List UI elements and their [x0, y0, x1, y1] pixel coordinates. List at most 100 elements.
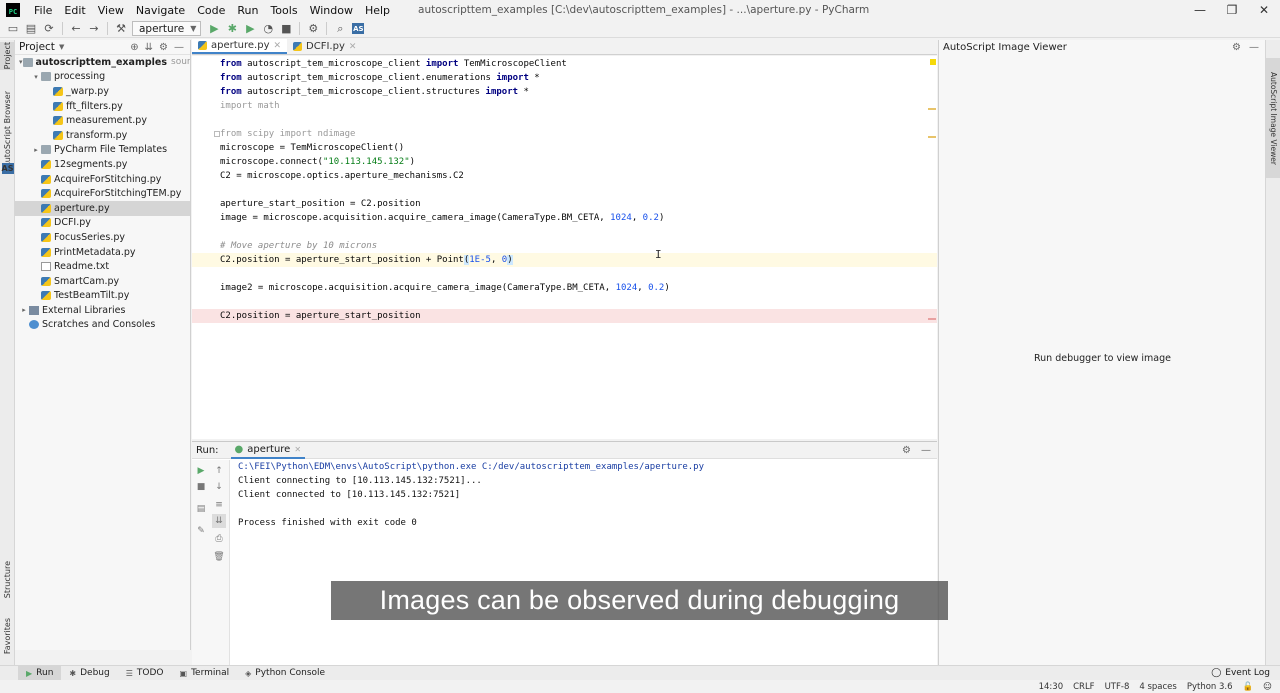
layout-icon[interactable]: ▤	[194, 502, 208, 516]
save-all-icon[interactable]: ▤	[22, 21, 40, 37]
editor-gutter[interactable]	[192, 56, 218, 439]
stop-icon[interactable]: ■	[194, 480, 208, 494]
code-line[interactable]: microscope = TemMicroscopeClient()	[220, 141, 929, 155]
code-line[interactable]: image2 = microscope.acquisition.acquire_…	[220, 281, 929, 295]
menu-window[interactable]: Window	[304, 4, 359, 17]
stop-icon[interactable]: ■	[277, 21, 295, 37]
code-line[interactable]: from autoscript_tem_microscope_client im…	[220, 57, 929, 71]
caret-position[interactable]: 14:30	[1039, 682, 1064, 692]
profile-icon[interactable]: ◔	[259, 21, 277, 37]
debug-icon[interactable]: ✱	[223, 21, 241, 37]
restore-icon[interactable]: ❐	[1216, 0, 1248, 20]
code-line[interactable]: from autoscript_tem_microscope_client.en…	[220, 71, 929, 85]
code-line[interactable]	[220, 295, 929, 309]
code-editor[interactable]: from autoscript_tem_microscope_client im…	[192, 56, 937, 439]
bottom-tab-terminal[interactable]: ▣ Terminal	[172, 666, 238, 681]
trash-icon[interactable]: 🗑	[212, 550, 226, 564]
stripe-marker[interactable]	[928, 318, 936, 320]
print-icon[interactable]: ⎙	[212, 532, 226, 546]
tab-autoscript-image-viewer[interactable]: AutoScript Image Viewer	[1266, 58, 1280, 178]
rerun-icon[interactable]: ▶	[194, 464, 208, 478]
tab-favorites[interactable]: Favorites	[0, 614, 15, 659]
code-line[interactable]	[220, 267, 929, 281]
soft-wrap-icon[interactable]: ≡	[212, 498, 226, 512]
bottom-tab-python-console[interactable]: ◈ Python Console	[237, 666, 333, 681]
indent-setting[interactable]: 4 spaces	[1139, 682, 1176, 692]
code-line[interactable]: from autoscript_tem_microscope_client.st…	[220, 85, 929, 99]
bottom-tab-run[interactable]: ▶ Run	[18, 665, 62, 681]
hide-icon[interactable]: —	[174, 42, 184, 53]
menu-tools[interactable]: Tools	[264, 4, 303, 17]
project-tree-item[interactable]: measurement.py	[15, 113, 190, 128]
project-tree-item[interactable]: transform.py	[15, 128, 190, 143]
expand-arrow-icon[interactable]: ▸	[19, 306, 29, 314]
code-line[interactable]: image = microscope.acquisition.acquire_c…	[220, 211, 929, 225]
expand-arrow-icon[interactable]: ▾	[19, 58, 23, 66]
project-tree-item[interactable]: SmartCam.py	[15, 274, 190, 289]
autoscript-toolbar-icon[interactable]: AS	[349, 21, 367, 37]
tab-aperture-py[interactable]: aperture.py ✕	[192, 39, 288, 54]
python-interpreter[interactable]: Python 3.6	[1187, 682, 1233, 692]
back-arrow-icon[interactable]: ←	[67, 21, 85, 37]
project-title[interactable]: Project	[19, 41, 55, 53]
close-icon[interactable]: ✕	[274, 41, 282, 51]
run-tab-aperture[interactable]: ● aperture ✕	[230, 442, 306, 459]
project-tree-item[interactable]: fft_filters.py	[15, 99, 190, 114]
gear-icon[interactable]: ⚙	[159, 42, 168, 53]
open-folder-icon[interactable]: ▭	[4, 21, 22, 37]
lock-icon[interactable]: 🔓	[1243, 682, 1254, 692]
code-line[interactable]: C2.position = aperture_start_position	[192, 309, 937, 323]
code-line[interactable]	[220, 183, 929, 197]
build-icon[interactable]: ⚒	[112, 21, 130, 37]
chevron-down-icon[interactable]: ▼	[59, 43, 64, 51]
code-line[interactable]: C2 = microscope.optics.aperture_mechanis…	[220, 169, 929, 183]
project-tree-item[interactable]: aperture.py	[15, 200, 190, 216]
up-arrow-icon[interactable]: ↑	[212, 464, 226, 478]
project-tree-item[interactable]: ▸ External Libraries	[15, 303, 190, 318]
expand-arrow-icon[interactable]: ▸	[31, 146, 41, 154]
scroll-to-end-icon[interactable]: ⇊	[212, 514, 226, 528]
minimize-icon[interactable]: —	[1184, 0, 1216, 20]
settings-wrench-icon[interactable]: ⚙	[304, 21, 322, 37]
sync-icon[interactable]: ⟳	[40, 21, 58, 37]
project-tree-item[interactable]: DCFI.py	[15, 216, 190, 231]
autoscript-badge-icon[interactable]: AS	[0, 162, 15, 174]
project-tree-item[interactable]: ▸ PyCharm File Templates	[15, 143, 190, 158]
collapse-all-icon[interactable]: ⇊	[145, 42, 153, 53]
code-line[interactable]: microscope.connect("10.113.145.132")	[220, 155, 929, 169]
code-line[interactable]: import math	[220, 99, 929, 113]
project-tree-item[interactable]: ▾ autoscripttem_examples sources roo	[15, 55, 190, 70]
project-tree-item[interactable]: AcquireForStitching.py	[15, 172, 190, 187]
gear-icon[interactable]: ⚙	[1232, 42, 1241, 53]
code-line[interactable]: aperture_start_position = C2.position	[220, 197, 929, 211]
hide-icon[interactable]: —	[921, 445, 931, 456]
project-tree-item[interactable]: FocusSeries.py	[15, 230, 190, 245]
project-tree-item[interactable]: TestBeamTilt.py	[15, 289, 190, 304]
close-icon[interactable]: ✕	[1248, 0, 1280, 20]
project-tree-item[interactable]: Scratches and Consoles	[15, 318, 190, 333]
stripe-marker[interactable]	[928, 108, 936, 110]
line-separator[interactable]: CRLF	[1073, 682, 1094, 692]
run-with-coverage-icon[interactable]: ▶	[241, 21, 259, 37]
close-icon[interactable]: ✕	[294, 445, 301, 454]
menu-file[interactable]: File	[28, 4, 58, 17]
forward-arrow-icon[interactable]: →	[85, 21, 103, 37]
project-tree-item[interactable]: _warp.py	[15, 84, 190, 99]
project-tree-item[interactable]: Readme.txt	[15, 259, 190, 274]
tab-project-vertical[interactable]: Project	[0, 42, 15, 70]
tab-structure[interactable]: Structure	[0, 555, 15, 605]
hide-icon[interactable]: —	[1249, 42, 1259, 53]
code-line[interactable]: C2.position = aperture_start_position + …	[192, 253, 937, 267]
inspector-icon[interactable]: ☺	[1263, 682, 1272, 692]
expand-arrow-icon[interactable]: ▾	[31, 73, 41, 81]
down-arrow-icon[interactable]: ↓	[212, 480, 226, 494]
tab-autoscript-browser[interactable]: AutoScript Browser	[0, 91, 15, 168]
error-stripe[interactable]	[927, 56, 937, 439]
gear-icon[interactable]: ⚙	[902, 445, 911, 456]
bottom-tab-debug[interactable]: ✱ Debug	[61, 666, 117, 681]
project-tree-item[interactable]: 12segments.py	[15, 157, 190, 172]
search-icon[interactable]: ⌕	[331, 21, 349, 37]
menu-navigate[interactable]: Navigate	[130, 4, 191, 17]
project-tree-item[interactable]: PrintMetadata.py	[15, 245, 190, 260]
warning-indicator-icon[interactable]	[930, 59, 936, 65]
